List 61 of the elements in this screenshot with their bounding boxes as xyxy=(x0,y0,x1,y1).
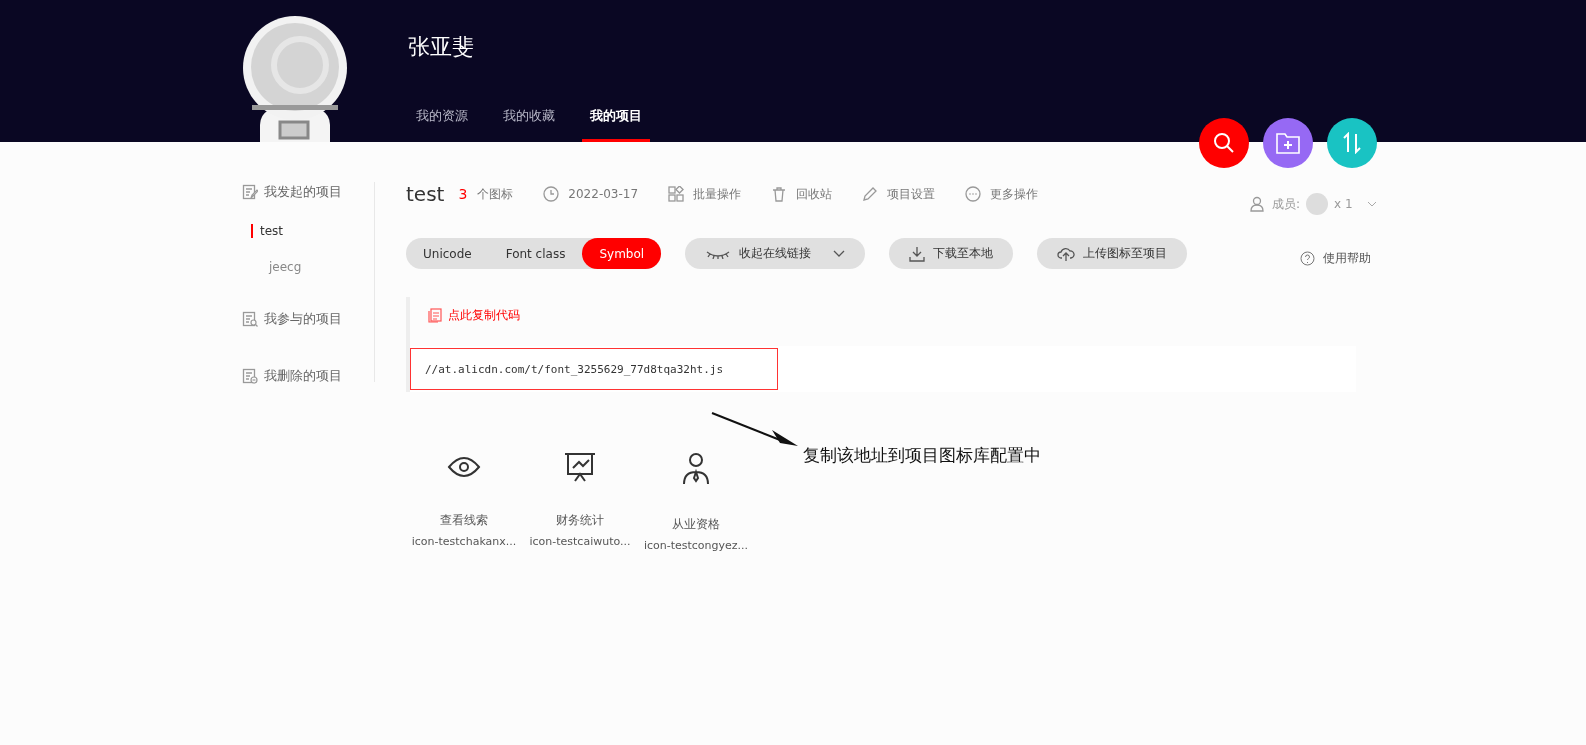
download-button[interactable]: 下载至本地 xyxy=(889,238,1014,269)
project-action[interactable]: 批量操作 xyxy=(668,185,742,203)
format-tab[interactable]: Unicode xyxy=(406,238,489,269)
edit-list-icon xyxy=(242,184,258,200)
presentation-chart-icon xyxy=(563,452,597,482)
list-delete-icon xyxy=(242,368,258,384)
document-icon xyxy=(428,308,442,323)
project-date: 2022-03-17 xyxy=(568,187,639,201)
upload-button[interactable]: 上传图标至项目 xyxy=(1037,238,1188,269)
copy-code-link[interactable]: 点此复制代码 xyxy=(410,307,1356,324)
trash-icon xyxy=(771,186,788,202)
members-label: 成员: xyxy=(1272,195,1301,213)
add-folder-button[interactable] xyxy=(1263,118,1313,168)
icon-name: 财务统计 xyxy=(556,512,604,529)
icon-count: 3 xyxy=(458,186,468,202)
members-count: x 1 xyxy=(1334,197,1353,211)
action-label: 项目设置 xyxy=(887,185,936,203)
sort-icon xyxy=(1341,132,1363,154)
help-icon xyxy=(1300,251,1315,266)
chevron-down-icon xyxy=(833,249,846,258)
action-label: 回收站 xyxy=(796,185,833,203)
format-tab[interactable]: Symbol xyxy=(582,238,662,269)
member-avatar xyxy=(1306,193,1329,215)
project-title: test xyxy=(406,182,445,206)
annotation-text: 复制该地址到项目图标库配置中 xyxy=(803,444,1041,467)
pencil-icon xyxy=(862,186,879,202)
action-label: 批量操作 xyxy=(693,185,742,203)
icon-name: 查看线索 xyxy=(440,512,488,529)
more-icon xyxy=(965,186,982,202)
collapse-button[interactable]: 收起在线链接 xyxy=(685,238,866,269)
profile-tab[interactable]: 我的收藏 xyxy=(495,107,563,142)
search-icon xyxy=(1213,132,1235,154)
users-icon xyxy=(1250,196,1266,212)
icon-code: icon-testcongyez... xyxy=(643,539,749,552)
clock-icon xyxy=(543,186,560,202)
sidebar-section-label[interactable]: 我参与的项目 xyxy=(264,310,342,328)
action-label: 更多操作 xyxy=(990,185,1039,203)
sidebar-item[interactable]: jeecg xyxy=(251,260,374,274)
icon-count-label: 个图标 xyxy=(477,185,514,203)
profile-tab[interactable]: 我的项目 xyxy=(582,107,650,142)
sidebar-item[interactable]: test xyxy=(251,224,374,238)
folder-plus-icon xyxy=(1276,132,1300,154)
project-action[interactable]: 项目设置 xyxy=(862,185,936,203)
user-name: 张亚斐 xyxy=(408,33,475,61)
project-action[interactable]: 回收站 xyxy=(771,185,833,203)
sidebar-section-label[interactable]: 我删除的项目 xyxy=(264,367,342,385)
list-search-icon xyxy=(242,311,258,327)
icon-name: 从业资格 xyxy=(672,516,720,533)
profile-tab[interactable]: 我的资源 xyxy=(408,107,476,142)
help-link[interactable]: 使用帮助 xyxy=(1300,250,1371,267)
project-action[interactable]: 更多操作 xyxy=(965,185,1039,203)
download-icon xyxy=(909,245,926,262)
grid-icon xyxy=(668,186,685,202)
cloud-upload-icon xyxy=(1057,245,1076,262)
icon-code: icon-testchakanx... xyxy=(411,535,517,548)
sidebar-section-label[interactable]: 我发起的项目 xyxy=(264,183,342,201)
sort-button[interactable] xyxy=(1327,118,1377,168)
icon-code: icon-testcaiwuto... xyxy=(529,535,631,548)
code-url: //at.alicdn.com/t/font_3255629_77d8tqa32ht.js xyxy=(410,348,778,390)
search-button[interactable] xyxy=(1199,118,1249,168)
format-tab[interactable]: Font class xyxy=(488,238,583,269)
